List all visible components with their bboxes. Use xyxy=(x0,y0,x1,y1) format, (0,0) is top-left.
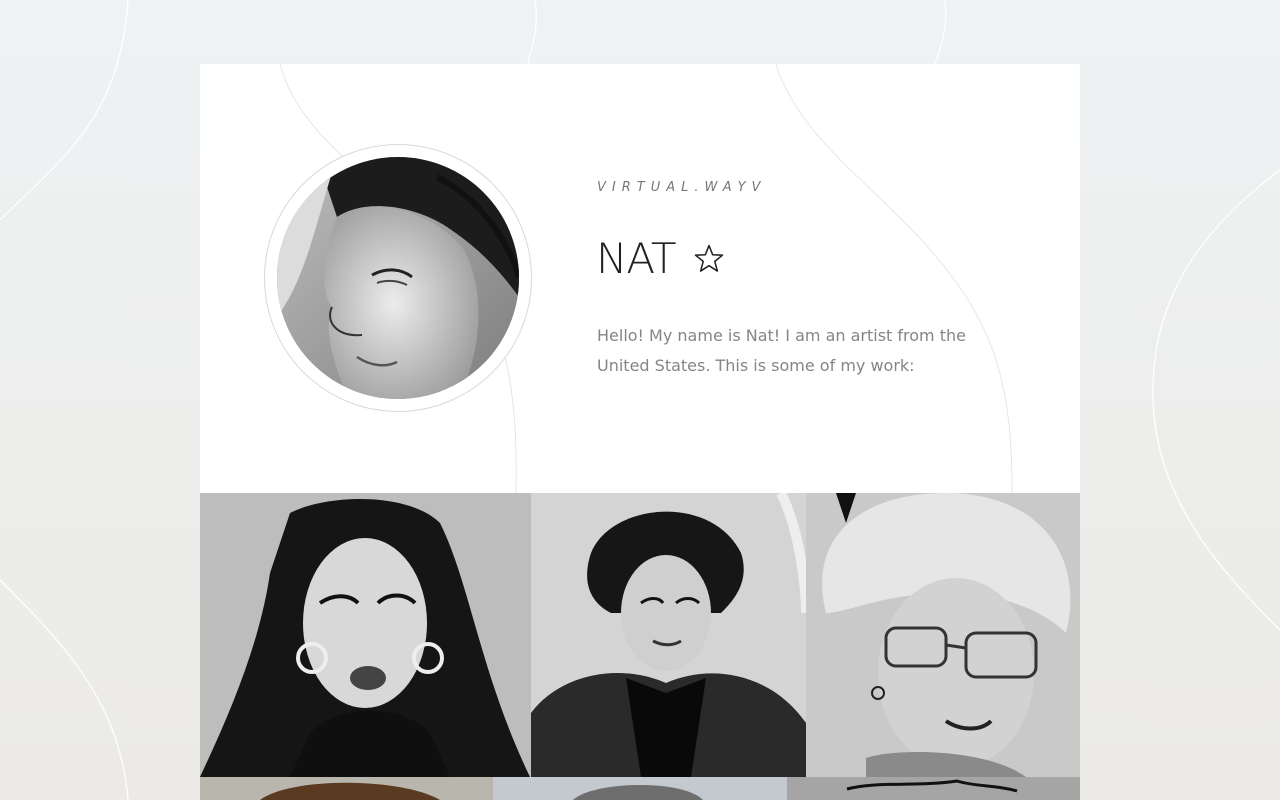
profile-bio: Hello! My name is Nat! I am an artist fr… xyxy=(597,326,966,375)
gallery-row xyxy=(200,777,1080,800)
gallery-item[interactable] xyxy=(787,777,1080,800)
gallery-item[interactable] xyxy=(200,777,493,800)
artwork-partial-3-icon xyxy=(787,777,1080,800)
gallery-item[interactable] xyxy=(493,777,787,800)
profile-name-text: NAT xyxy=(596,234,677,283)
avatar-portrait-icon xyxy=(277,157,519,399)
avatar xyxy=(264,144,532,412)
profile-name: NAT xyxy=(596,234,726,283)
profile-card: VIRTUAL.WAYV NAT Hello! My name is Nat! … xyxy=(200,64,1080,800)
gallery-item[interactable] xyxy=(531,493,806,777)
artwork-portrait-hoop-earrings-icon xyxy=(200,493,531,777)
artwork-partial-1-icon xyxy=(200,777,493,800)
profile-handle: VIRTUAL.WAYV xyxy=(597,180,767,195)
gallery-row xyxy=(200,493,1080,777)
avatar-image xyxy=(277,157,519,399)
artwork-portrait-fur-coat-icon xyxy=(531,493,806,777)
artwork-portrait-glasses-afro-icon xyxy=(806,493,1080,777)
star-outline-icon xyxy=(694,244,724,272)
gallery-item[interactable] xyxy=(806,493,1080,777)
artwork-partial-2-icon xyxy=(493,777,787,800)
gallery-item[interactable] xyxy=(200,493,531,777)
